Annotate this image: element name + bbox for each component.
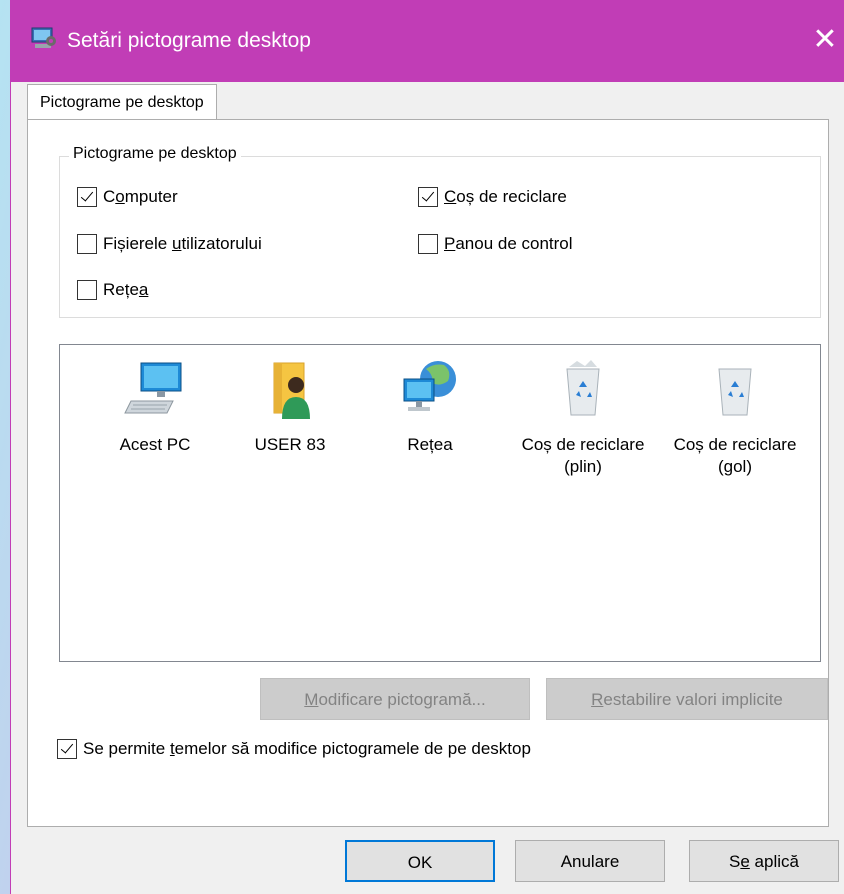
checkbox-box[interactable] <box>77 187 97 207</box>
checkbox-label: Coș de reciclare <box>444 187 567 207</box>
mnemonic: e <box>740 852 750 871</box>
checkbox-label: Rețea <box>103 280 148 300</box>
checkbox-box[interactable] <box>77 234 97 254</box>
restore-defaults-button[interactable]: Restabilire valori implicite <box>546 678 828 720</box>
apply-button[interactable]: Se aplică <box>689 840 839 882</box>
label-rest: oș de reciclare <box>456 187 567 206</box>
icon-caption: Coș de reciclare (plin) <box>521 435 645 476</box>
cancel-button[interactable]: Anulare <box>515 840 665 882</box>
label-prefix: Rețe <box>103 280 139 299</box>
checkbox-label: Computer <box>103 187 178 207</box>
checkbox-label: Se permite temelor să modifice pictogram… <box>83 739 531 759</box>
mnemonic: M <box>304 690 319 709</box>
recycle-bin-checkbox[interactable]: Coș de reciclare <box>418 187 567 207</box>
tab-panel: Pictograme pe desktop Computer Coș de re… <box>27 119 829 827</box>
icon-item-user-folder[interactable]: USER 83 <box>225 357 355 456</box>
mnemonic: C <box>444 187 457 206</box>
user-files-checkbox[interactable]: Fișierele utilizatorului <box>77 234 262 254</box>
label-prefix: Se permite <box>83 739 170 758</box>
checkbox-box[interactable] <box>57 739 77 759</box>
desktop-icon-settings-dialog: Setări pictograme desktop ✕ Pictograme p… <box>10 0 844 894</box>
icon-item-recycle-bin-empty[interactable]: Coș de reciclare (gol) <box>670 357 800 478</box>
mnemonic: R <box>591 690 604 709</box>
ok-button[interactable]: OK <box>345 840 495 882</box>
computer-checkbox[interactable]: Computer <box>77 187 178 207</box>
window-title: Setări pictograme desktop <box>67 29 311 52</box>
icon-caption: Acest PC <box>119 435 191 454</box>
label-prefix: C <box>103 187 116 206</box>
computer-icon <box>124 362 182 414</box>
desktop-settings-icon <box>31 27 56 48</box>
recycle-bin-full-icon <box>566 360 600 416</box>
mnemonic: P <box>444 234 456 253</box>
label-rest: anou de control <box>455 234 573 253</box>
checkbox-label: Panou de control <box>444 234 573 254</box>
button-label-rest: odificare pictogramă... <box>318 690 486 709</box>
recycle-bin-empty-icon <box>718 368 752 416</box>
label-rest: tilizatorului <box>181 234 262 253</box>
label-rest: aplică <box>749 852 799 871</box>
checkbox-label: Fișierele utilizatorului <box>103 234 262 254</box>
network-icon <box>403 361 456 411</box>
title-bar[interactable]: Setări pictograme desktop ✕ <box>11 0 844 82</box>
label-prefix: S <box>729 852 741 871</box>
control-panel-checkbox[interactable]: Panou de control <box>418 234 573 254</box>
checkbox-box[interactable] <box>77 280 97 300</box>
button-label-rest: estabilire valori implicite <box>603 690 783 709</box>
icon-caption: Coș de reciclare (gol) <box>673 435 797 476</box>
desktop-icons-group: Pictograme pe desktop Computer Coș de re… <box>59 145 821 318</box>
tab-desktop-icons[interactable]: Pictograme pe desktop <box>27 84 217 120</box>
close-button[interactable]: ✕ <box>805 20 844 60</box>
group-legend: Pictograme pe desktop <box>69 145 241 163</box>
mnemonic: o <box>115 187 125 206</box>
user-folder-icon <box>273 362 310 419</box>
icon-caption: Rețea <box>407 435 453 454</box>
network-checkbox[interactable]: Rețea <box>77 280 148 300</box>
icon-item-this-pc[interactable]: Acest PC <box>90 357 220 456</box>
label-prefix: Fișierele <box>103 234 172 253</box>
icon-list[interactable]: Acest PC USER 83 Rețea Coș de reciclare … <box>59 344 821 662</box>
close-icon: ✕ <box>812 22 838 57</box>
icon-item-recycle-bin-full[interactable]: Coș de reciclare (plin) <box>518 357 648 478</box>
icon-caption: USER 83 <box>254 435 326 454</box>
mnemonic: a <box>138 280 149 299</box>
checkbox-box[interactable] <box>418 234 438 254</box>
icon-item-network[interactable]: Rețea <box>365 357 495 456</box>
allow-themes-checkbox[interactable]: Se permite temelor să modifice pictogram… <box>57 739 531 759</box>
label-rest: mputer <box>124 187 178 206</box>
checkbox-box[interactable] <box>418 187 438 207</box>
tab-strip: Pictograme pe desktop <box>27 84 827 120</box>
change-icon-button[interactable]: Modificare pictogramă... <box>260 678 530 720</box>
label-rest: emelor să modifice pictogramele de pe de… <box>174 739 531 758</box>
